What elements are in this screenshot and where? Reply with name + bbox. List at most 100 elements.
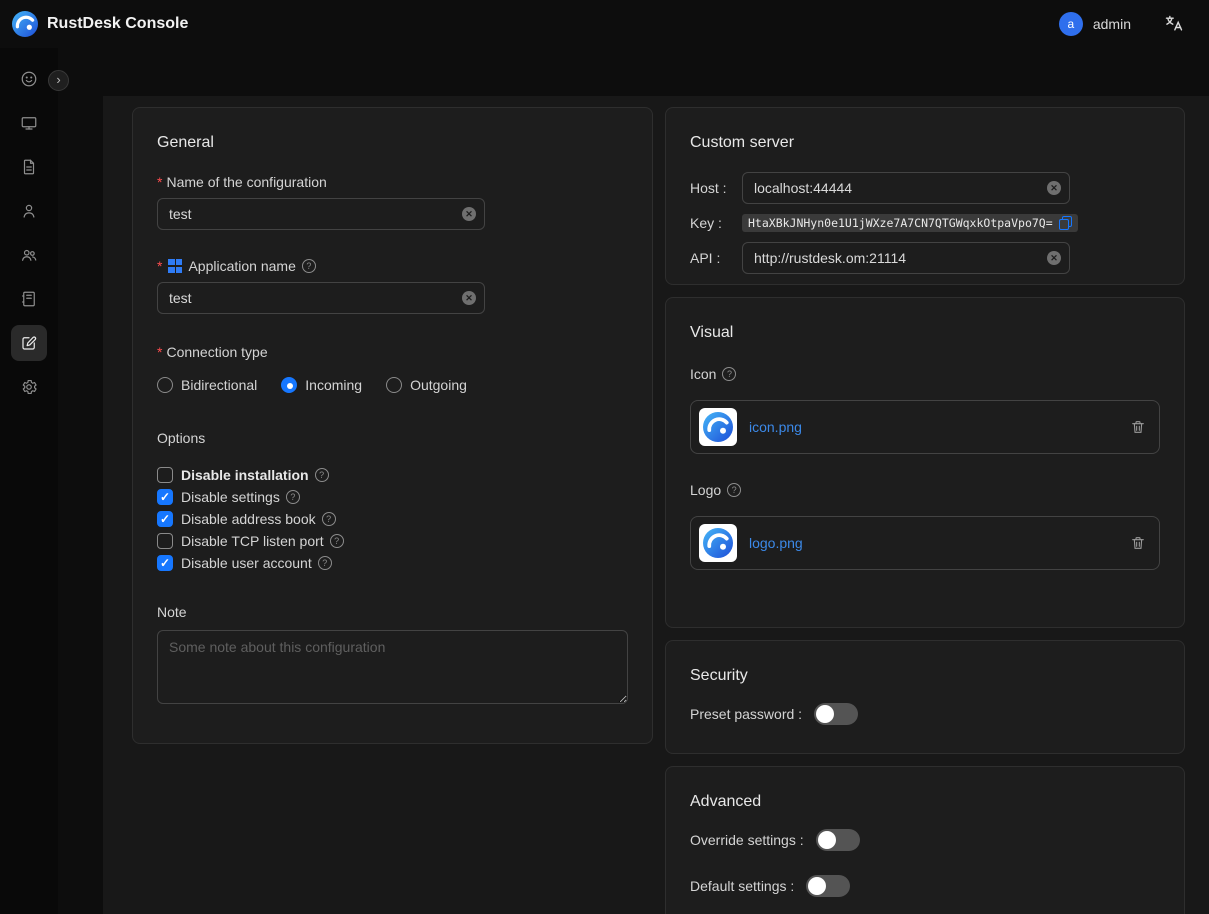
address-book-icon — [11, 281, 47, 317]
key-value-box: HtaXBkJNHyn0e1U1jWXze7A7CN7QTGWqxkOtpaVp… — [742, 214, 1078, 232]
app-title: RustDesk Console — [47, 15, 188, 33]
checkbox-label: Disable TCP listen port — [181, 533, 324, 549]
rustdesk-logo-icon — [703, 412, 733, 442]
security-card: Security Preset password : — [665, 640, 1185, 754]
logo-file-link[interactable]: logo.png — [749, 535, 803, 551]
radio-label: Bidirectional — [181, 377, 257, 393]
radio-bidirectional[interactable]: Bidirectional — [157, 377, 257, 393]
help-icon[interactable] — [315, 468, 329, 482]
translate-icon[interactable] — [1163, 13, 1185, 35]
users-icon — [11, 237, 47, 273]
sidebar-item-groups[interactable] — [0, 233, 58, 277]
sidebar-nav — [0, 48, 58, 914]
app-name-label-text: Application name — [188, 256, 295, 276]
key-value: HtaXBkJNHyn0e1U1jWXze7A7CN7QTGWqxkOtpaVp… — [748, 216, 1053, 230]
radio-circle — [386, 377, 402, 393]
config-name-label: * Name of the configuration — [157, 172, 628, 192]
general-title: General — [157, 132, 628, 154]
copy-icon[interactable] — [1059, 216, 1072, 230]
help-icon[interactable] — [722, 367, 736, 381]
help-icon[interactable] — [302, 259, 316, 273]
app-name-input[interactable] — [157, 282, 485, 314]
icon-file-link[interactable]: icon.png — [749, 419, 802, 435]
clear-icon[interactable] — [462, 207, 476, 221]
visual-title: Visual — [690, 322, 1160, 344]
header-right: a admin — [1059, 12, 1185, 36]
checkbox-box-checked — [157, 511, 173, 527]
clear-icon[interactable] — [462, 291, 476, 305]
preset-password-toggle[interactable] — [814, 703, 858, 725]
override-settings-toggle[interactable] — [816, 829, 860, 851]
logo-upload-item: logo.png — [690, 516, 1160, 570]
radio-label: Outgoing — [410, 377, 467, 393]
checkbox-box-checked — [157, 489, 173, 505]
required-asterisk: * — [157, 256, 162, 276]
checkbox-box — [157, 533, 173, 549]
checkbox-disable-address-book[interactable]: Disable address book — [157, 508, 628, 530]
config-name-label-text: Name of the configuration — [166, 172, 326, 192]
app-logo-wrap: RustDesk Console — [12, 11, 188, 37]
options-label: Options — [157, 428, 628, 448]
checkbox-box-checked — [157, 555, 173, 571]
rustdesk-console-page: RustDesk Console a admin — [0, 0, 1209, 914]
checkbox-disable-settings[interactable]: Disable settings — [157, 486, 628, 508]
sidebar-item-user[interactable] — [0, 189, 58, 233]
checkbox-disable-user-account[interactable]: Disable user account — [157, 552, 628, 574]
help-icon[interactable] — [330, 534, 344, 548]
logo-label-text: Logo — [690, 480, 721, 500]
delete-icon[interactable] — [1129, 418, 1147, 436]
clear-icon[interactable] — [1047, 251, 1061, 265]
help-icon[interactable] — [286, 490, 300, 504]
help-icon[interactable] — [318, 556, 332, 570]
rustdesk-logo-icon — [12, 11, 38, 37]
api-row: API : — [690, 242, 1160, 274]
custom-clients-icon — [11, 325, 47, 361]
host-label: Host : — [690, 180, 742, 196]
preset-password-row: Preset password : — [690, 703, 1160, 725]
options-label-text: Options — [157, 428, 205, 448]
sidebar-expand-button[interactable]: › — [48, 70, 69, 91]
user-icon — [11, 193, 47, 229]
radio-label: Incoming — [305, 377, 362, 393]
clear-icon[interactable] — [1047, 181, 1061, 195]
radio-outgoing[interactable]: Outgoing — [386, 377, 467, 393]
delete-icon[interactable] — [1129, 534, 1147, 552]
default-settings-toggle[interactable] — [806, 875, 850, 897]
required-asterisk: * — [157, 172, 162, 192]
connection-type-label-text: Connection type — [166, 342, 267, 362]
user-avatar[interactable]: a — [1059, 12, 1083, 36]
icon-label: Icon — [690, 364, 1160, 384]
checkbox-label: Disable user account — [181, 555, 312, 571]
host-input[interactable] — [742, 172, 1070, 204]
radio-circle — [157, 377, 173, 393]
sidebar-item-address-book[interactable] — [0, 277, 58, 321]
key-label: Key : — [690, 215, 742, 231]
checkbox-box — [157, 467, 173, 483]
api-input[interactable] — [742, 242, 1070, 274]
windows-icon — [168, 259, 182, 273]
checkbox-label: Disable settings — [181, 489, 280, 505]
sidebar-item-settings[interactable] — [0, 365, 58, 409]
checkbox-disable-tcp-listen-port[interactable]: Disable TCP listen port — [157, 530, 628, 552]
security-title: Security — [690, 665, 1160, 687]
connection-type-group: Bidirectional Incoming Outgoing — [157, 374, 628, 396]
help-icon[interactable] — [322, 512, 336, 526]
config-name-input[interactable] — [157, 198, 485, 230]
note-textarea[interactable] — [157, 630, 628, 704]
checkbox-disable-installation[interactable]: Disable installation — [157, 464, 628, 486]
app-name-label: * Application name — [157, 256, 628, 276]
radio-incoming[interactable]: Incoming — [281, 377, 362, 393]
host-row: Host : — [690, 172, 1160, 204]
overview-icon — [11, 61, 47, 97]
advanced-card: Advanced Override settings : Default set… — [665, 766, 1185, 914]
sidebar-item-custom-clients[interactable] — [0, 321, 58, 365]
help-icon[interactable] — [727, 483, 741, 497]
top-header: RustDesk Console a admin — [0, 0, 1209, 48]
note-label: Note — [157, 602, 628, 622]
sidebar-item-devices[interactable] — [0, 101, 58, 145]
override-settings-label: Override settings : — [690, 832, 804, 848]
sidebar-item-documents[interactable] — [0, 145, 58, 189]
icon-thumbnail — [699, 408, 737, 446]
user-name[interactable]: admin — [1093, 16, 1131, 32]
checkbox-label: Disable address book — [181, 511, 316, 527]
